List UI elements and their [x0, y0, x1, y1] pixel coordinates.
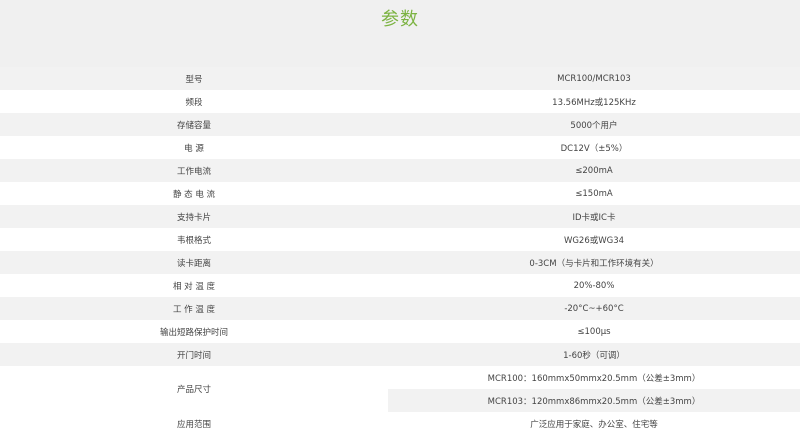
table-row: 存储容量 5000个用户: [0, 113, 800, 136]
spec-label: 存储容量: [0, 113, 388, 136]
spec-label: 频段: [0, 90, 388, 113]
spec-label: 静 态 电 流: [0, 182, 388, 205]
spec-value: ≤150mA: [388, 182, 800, 205]
spec-label: 读卡距离: [0, 251, 388, 274]
table-row: 频段 13.56MHz或125KHz: [0, 90, 800, 113]
page-title: 参数: [381, 9, 419, 30]
spec-value: -20°C~+60°C: [388, 297, 800, 320]
spec-value: 1-60秒（可调）: [388, 343, 800, 366]
spec-label: 韦根格式: [0, 228, 388, 251]
table-row: 韦根格式 WG26或WG34: [0, 228, 800, 251]
spec-value: 5000个用户: [388, 113, 800, 136]
header: 参数: [0, 0, 800, 67]
spec-label: 相 对 温 度: [0, 274, 388, 297]
table-row: 工作电流 ≤200mA: [0, 159, 800, 182]
spec-value: ≤100μs: [388, 320, 800, 343]
table-row-size: 产品尺寸 MCR100：160mmx50mmx20.5mm（公差±3mm）: [0, 366, 800, 412]
spec-label: 工作电流: [0, 159, 388, 182]
spec-value: 广泛应用于家庭、办公室、住宅等: [388, 412, 800, 435]
spec-label: 输出短路保护时间: [0, 320, 388, 343]
spec-value: MCR100/MCR103: [388, 67, 800, 90]
table-row: 支持卡片 ID卡或IC卡: [0, 205, 800, 228]
table-row: 读卡距离 0-3CM（与卡片和工作环境有关）: [0, 251, 800, 274]
spec-value: MCR103：120mmx86mmx20.5mm（公差±3mm）: [388, 389, 800, 412]
spec-label: 产品尺寸: [0, 366, 388, 412]
spec-value: 20%-80%: [388, 274, 800, 297]
spec-value: DC12V（±5%）: [388, 136, 800, 159]
spec-table: 型号 MCR100/MCR103 频段 13.56MHz或125KHz 存储容量…: [0, 67, 800, 435]
spec-value: 13.56MHz或125KHz: [388, 90, 800, 113]
table-row: 输出短路保护时间 ≤100μs: [0, 320, 800, 343]
spec-value: 0-3CM（与卡片和工作环境有关）: [388, 251, 800, 274]
table-row: 相 对 温 度 20%-80%: [0, 274, 800, 297]
table-row: 静 态 电 流 ≤150mA: [0, 182, 800, 205]
spec-value: WG26或WG34: [388, 228, 800, 251]
spec-label: 支持卡片: [0, 205, 388, 228]
table-row: 电 源 DC12V（±5%）: [0, 136, 800, 159]
table-row: 工 作 温 度 -20°C~+60°C: [0, 297, 800, 320]
spec-value: MCR100：160mmx50mmx20.5mm（公差±3mm）: [388, 366, 800, 389]
spec-label: 开门时间: [0, 343, 388, 366]
spec-value: ID卡或IC卡: [388, 205, 800, 228]
spec-label: 型号: [0, 67, 388, 90]
spec-value: ≤200mA: [388, 159, 800, 182]
spec-label: 工 作 温 度: [0, 297, 388, 320]
table-row: 应用范围 广泛应用于家庭、办公室、住宅等: [0, 412, 800, 435]
table-row: 型号 MCR100/MCR103: [0, 67, 800, 90]
spec-label: 电 源: [0, 136, 388, 159]
spec-label: 应用范围: [0, 412, 388, 435]
table-row: 开门时间 1-60秒（可调）: [0, 343, 800, 366]
